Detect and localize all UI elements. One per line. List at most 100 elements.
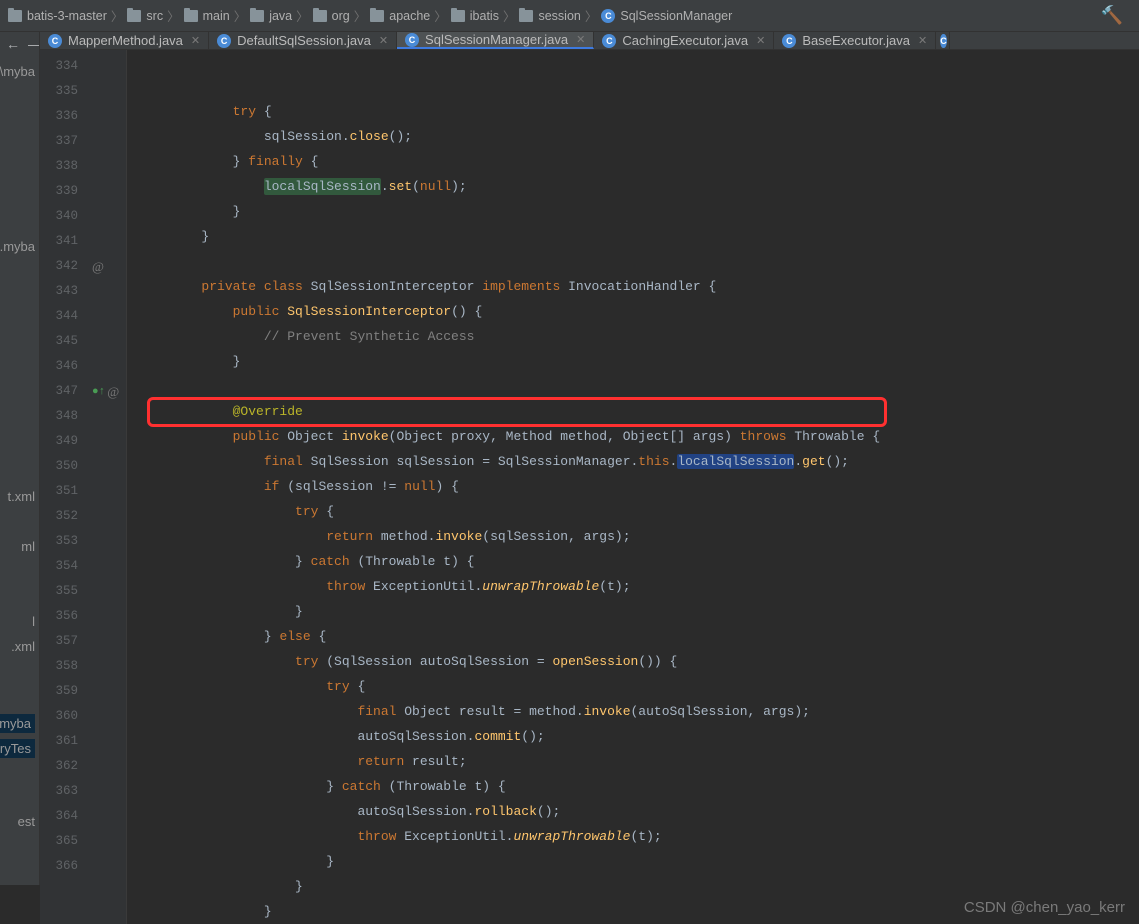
breadcrumb-item[interactable]: main	[184, 9, 230, 23]
class-icon: C	[601, 9, 615, 23]
code-line[interactable]: }	[139, 349, 1139, 374]
chevron-right-icon: 〉	[354, 6, 367, 25]
tree-item-clipped[interactable]: .myba	[0, 714, 35, 733]
line-number: 358	[40, 654, 86, 679]
gutter-marker-row	[86, 454, 126, 479]
breadcrumb-item[interactable]: src	[127, 9, 163, 23]
gutter-markers: @●↑@	[86, 54, 126, 924]
close-icon[interactable]: ✕	[379, 34, 388, 47]
close-icon[interactable]: ✕	[191, 34, 200, 47]
folder-icon	[250, 10, 264, 22]
collapse-left-icon[interactable]: ←	[6, 36, 20, 52]
code-line[interactable]: return method.invoke(sqlSession, args);	[139, 524, 1139, 549]
code-line[interactable]: try (SqlSession autoSqlSession = openSes…	[139, 649, 1139, 674]
code-line[interactable]: try {	[139, 674, 1139, 699]
chevron-right-icon: 〉	[111, 6, 124, 25]
breadcrumb-item[interactable]: org	[313, 9, 350, 23]
tree-item-clipped[interactable]: .myba	[0, 239, 35, 254]
breadcrumb-label: org	[332, 9, 350, 23]
gutter-marker-row	[86, 629, 126, 654]
breadcrumb-label: src	[146, 9, 163, 23]
chevron-right-icon: 〉	[434, 6, 447, 25]
code-line[interactable]: final SqlSession sqlSession = SqlSession…	[139, 449, 1139, 474]
close-icon[interactable]: ✕	[918, 34, 927, 47]
code-line[interactable]	[139, 374, 1139, 399]
line-number: 351	[40, 479, 86, 504]
breadcrumb-label: session	[538, 9, 580, 23]
editor-tab[interactable]: CMapperMethod.java✕	[40, 32, 209, 49]
tree-item-clipped[interactable]: eryTes	[0, 739, 35, 758]
vcs-change-icon[interactable]: ●↑	[92, 386, 105, 398]
code-content[interactable]: try { sqlSession.close(); } finally { lo…	[127, 50, 1139, 924]
code-line[interactable]: public SqlSessionInterceptor() {	[139, 299, 1139, 324]
code-line[interactable]: } else {	[139, 624, 1139, 649]
breadcrumb-label: SqlSessionManager	[620, 9, 732, 23]
close-icon[interactable]: ✕	[576, 33, 585, 46]
override-marker-icon[interactable]: @	[107, 384, 119, 400]
line-number: 353	[40, 529, 86, 554]
line-number: 366	[40, 854, 86, 879]
breadcrumb-item[interactable]: batis-3-master	[8, 9, 107, 23]
editor-tab[interactable]: CSqlSessionManager.java✕	[397, 32, 594, 49]
code-line[interactable]: try {	[139, 499, 1139, 524]
tree-item-clipped[interactable]: ml	[21, 539, 35, 554]
folder-icon	[313, 10, 327, 22]
code-line[interactable]: try {	[139, 99, 1139, 124]
code-line[interactable]: } catch (Throwable t) {	[139, 549, 1139, 574]
tree-item-clipped[interactable]: n\myba	[0, 64, 35, 79]
editor-tab[interactable]: CDefaultSqlSession.java✕	[209, 32, 397, 49]
override-marker-icon[interactable]: @	[92, 259, 104, 275]
code-line[interactable]: }	[139, 199, 1139, 224]
breadcrumb-item[interactable]: apache	[370, 9, 430, 23]
breadcrumb-item[interactable]: ibatis	[451, 9, 499, 23]
code-line[interactable]: autoSqlSession.rollback();	[139, 799, 1139, 824]
code-line[interactable]: }	[139, 224, 1139, 249]
code-line[interactable]: } finally {	[139, 149, 1139, 174]
code-line[interactable]: } catch (Throwable t) {	[139, 774, 1139, 799]
code-line[interactable]: public Object invoke(Object proxy, Metho…	[139, 424, 1139, 449]
editor-tab[interactable]: CCachingExecutor.java✕	[594, 32, 774, 49]
collapse-bar-icon[interactable]: —	[28, 36, 40, 52]
gutter-marker-row	[86, 179, 126, 204]
line-number: 355	[40, 579, 86, 604]
close-icon[interactable]: ✕	[756, 34, 765, 47]
code-editor[interactable]: 3343353363373383393403413423433443453463…	[40, 50, 1139, 924]
tree-item-clipped[interactable]: .xml	[11, 639, 35, 654]
line-number: 341	[40, 229, 86, 254]
tree-item-clipped[interactable]: t.xml	[8, 489, 35, 504]
breadcrumb-item[interactable]: session	[519, 9, 580, 23]
code-line[interactable]: }	[139, 874, 1139, 899]
editor-tab-overflow[interactable]: C	[936, 32, 950, 49]
tree-item-clipped[interactable]: est	[18, 814, 35, 829]
gutter-marker-row	[86, 579, 126, 604]
breadcrumb-item[interactable]: java	[250, 9, 292, 23]
code-line[interactable]: }	[139, 849, 1139, 874]
build-hammer-icon[interactable]: 🔨	[1101, 5, 1123, 26]
line-number: 337	[40, 129, 86, 154]
code-line[interactable]: sqlSession.close();	[139, 124, 1139, 149]
gutter-marker-row	[86, 404, 126, 429]
class-icon: C	[217, 34, 231, 48]
code-line[interactable]: private class SqlSessionInterceptor impl…	[139, 274, 1139, 299]
breadcrumb-item[interactable]: C SqlSessionManager	[601, 9, 732, 23]
code-line[interactable]: @Override	[139, 399, 1139, 424]
gutter-marker-row	[86, 804, 126, 829]
code-line[interactable]: throw ExceptionUtil.unwrapThrowable(t);	[139, 824, 1139, 849]
code-line[interactable]: localSqlSession.set(null);	[139, 174, 1139, 199]
code-line[interactable]: final Object result = method.invoke(auto…	[139, 699, 1139, 724]
code-line[interactable]: // Prevent Synthetic Access	[139, 324, 1139, 349]
tree-item-clipped[interactable]: l	[32, 614, 35, 629]
watermark: CSDN @chen_yao_kerr	[964, 899, 1125, 916]
editor-tab[interactable]: CBaseExecutor.java✕	[774, 32, 936, 49]
code-line[interactable]: }	[139, 599, 1139, 624]
code-line[interactable]: return result;	[139, 749, 1139, 774]
line-number: 360	[40, 704, 86, 729]
code-line[interactable]: autoSqlSession.commit();	[139, 724, 1139, 749]
tab-label: MapperMethod.java	[68, 33, 183, 48]
line-number: 340	[40, 204, 86, 229]
code-line[interactable]: if (sqlSession != null) {	[139, 474, 1139, 499]
code-line[interactable]: throw ExceptionUtil.unwrapThrowable(t);	[139, 574, 1139, 599]
code-line[interactable]	[139, 249, 1139, 274]
gutter-marker-row	[86, 354, 126, 379]
class-icon: C	[602, 34, 616, 48]
